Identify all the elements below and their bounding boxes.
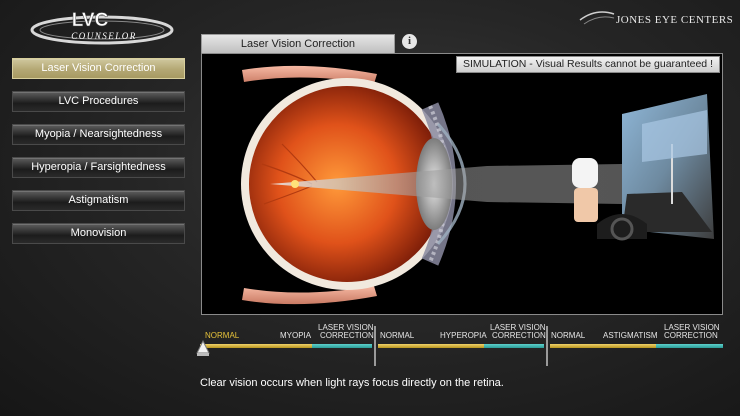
seg1-normal-myopia-bar (200, 344, 312, 348)
seg2-end-label: HYPEROPIA (440, 331, 487, 340)
jones-eye-centers-brand: JONES EYE CENTERS (576, 6, 733, 30)
slider-thumb[interactable] (196, 340, 210, 356)
seg1-start-label: NORMAL (205, 331, 240, 340)
nav-laser-vision-correction[interactable]: Laser Vision Correction (12, 58, 185, 79)
simulation-viewer: SIMULATION - Visual Results cannot be gu… (201, 53, 723, 315)
lvc-counselor-logo: LVC COUNSELOR (30, 10, 174, 45)
seg2-correction-bar (484, 344, 544, 348)
brand-name: JONES EYE CENTERS (616, 14, 734, 26)
nav-lvc-procedures[interactable]: LVC Procedures (12, 91, 185, 112)
seg3-correction-bar (656, 344, 723, 348)
nav-monovision[interactable]: Monovision (12, 223, 185, 244)
logo-subtitle: COUNSELOR (71, 31, 137, 41)
segment-divider (374, 326, 376, 366)
segment-divider (546, 326, 548, 366)
description-caption: Clear vision occurs when light rays focu… (200, 377, 504, 389)
info-icon[interactable]: i (402, 34, 417, 49)
seg3-start-label: NORMAL (551, 331, 586, 340)
seg1-correction-bar (312, 344, 372, 348)
logo-title: LVC (72, 10, 109, 31)
sidebar-nav: Laser Vision Correction LVC Procedures M… (12, 58, 187, 256)
nav-astigmatism[interactable]: Astigmatism (12, 190, 185, 211)
condition-slider[interactable]: NORMAL MYOPIA LASER VISION CORRECTION NO… (196, 320, 726, 370)
nav-hyperopia[interactable]: Hyperopia / Farsightedness (12, 157, 185, 178)
seg2-normal-hyperopia-bar (378, 344, 484, 348)
seg2-start-label: NORMAL (380, 331, 415, 340)
seg2-correction-label-2: CORRECTION (492, 331, 546, 340)
seg3-end-label: ASTIGMATISM (603, 331, 658, 340)
eye-simulation-illustration (241, 65, 714, 305)
nav-myopia[interactable]: Myopia / Nearsightedness (12, 124, 185, 145)
simulation-banner: SIMULATION - Visual Results cannot be gu… (456, 56, 720, 73)
seg3-correction-label-2: CORRECTION (664, 331, 718, 340)
seg3-normal-astigmatism-bar (550, 344, 656, 348)
brand-swoosh-icon (579, 11, 615, 25)
tab-laser-vision-correction[interactable]: Laser Vision Correction (201, 34, 395, 54)
seg1-end-label: MYOPIA (280, 331, 312, 340)
seg1-correction-label-2: CORRECTION (320, 331, 374, 340)
